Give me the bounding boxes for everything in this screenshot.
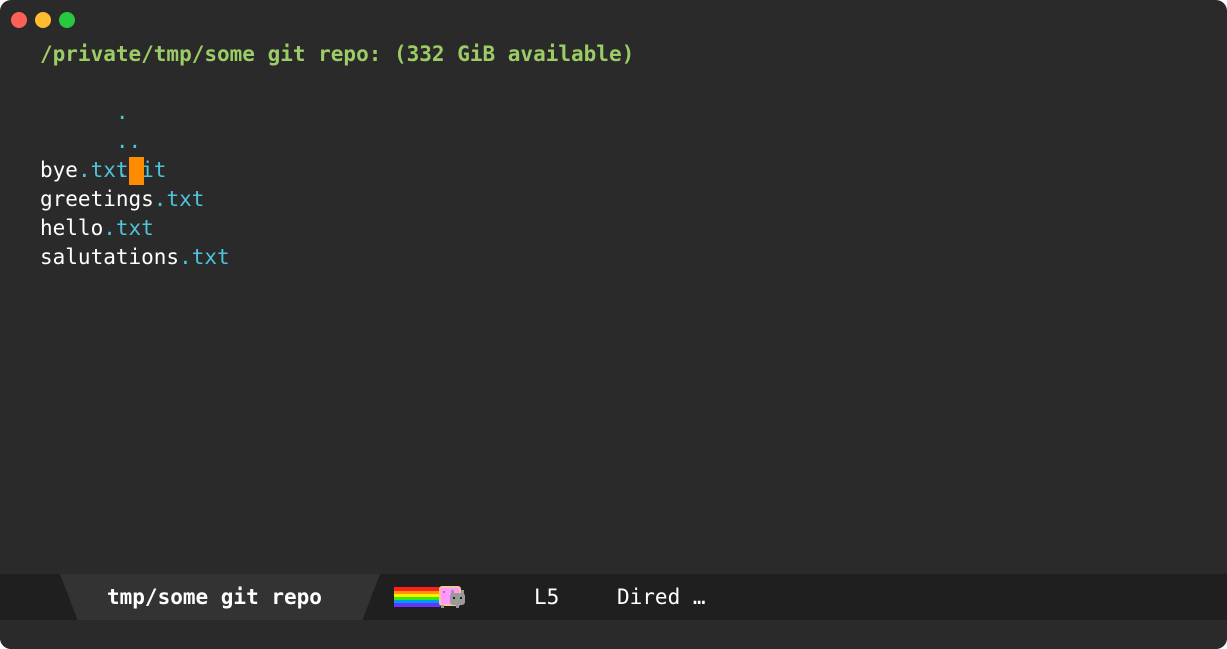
entry-basename: hello <box>40 216 104 240</box>
minimize-icon[interactable] <box>35 12 51 28</box>
entry-extension: .txt <box>103 216 154 240</box>
close-icon[interactable] <box>11 12 27 28</box>
entry-extension: .txt <box>179 245 230 269</box>
entry-basename: salutations <box>40 245 180 269</box>
entry-basename: greetings <box>40 187 154 211</box>
major-mode[interactable]: Dired … <box>617 574 706 620</box>
entry-extension: .txt <box>153 187 205 211</box>
line-number: L5 <box>534 585 560 609</box>
entry-name: . <box>115 100 129 124</box>
text-cursor <box>128 157 144 185</box>
maximize-icon[interactable] <box>59 12 75 28</box>
buffer-name: tmp/some git repo <box>107 585 322 609</box>
dired-header: /private/tmp/some git repo: (332 GiB ava… <box>40 42 635 66</box>
entry-name: .. <box>115 129 142 153</box>
emacs-window: /private/tmp/some git repo: (332 GiB ava… <box>0 0 1227 649</box>
entry-extension: .txt <box>77 158 129 182</box>
traffic-lights <box>11 12 75 28</box>
dired-entry[interactable]: .. <box>40 98 1207 153</box>
dired-entry[interactable]: bye.txt <box>40 156 1207 185</box>
dired-entry[interactable]: . <box>40 69 1207 124</box>
dired-buffer: /private/tmp/some git repo: (332 GiB ava… <box>40 40 1207 272</box>
minibuffer[interactable] <box>0 620 1227 649</box>
dired-entry[interactable]: hello.txt <box>40 214 1207 243</box>
dired-entry[interactable]: greetings.txt <box>40 185 1207 214</box>
dired-entry[interactable]: .git <box>40 127 1207 182</box>
entry-basename: bye <box>40 158 78 182</box>
dired-entry[interactable]: salutations.txt <box>40 243 1207 272</box>
mode-line: tmp/some git repo L5 Dired … <box>0 574 1227 620</box>
nyan-cat-icon <box>394 586 465 608</box>
